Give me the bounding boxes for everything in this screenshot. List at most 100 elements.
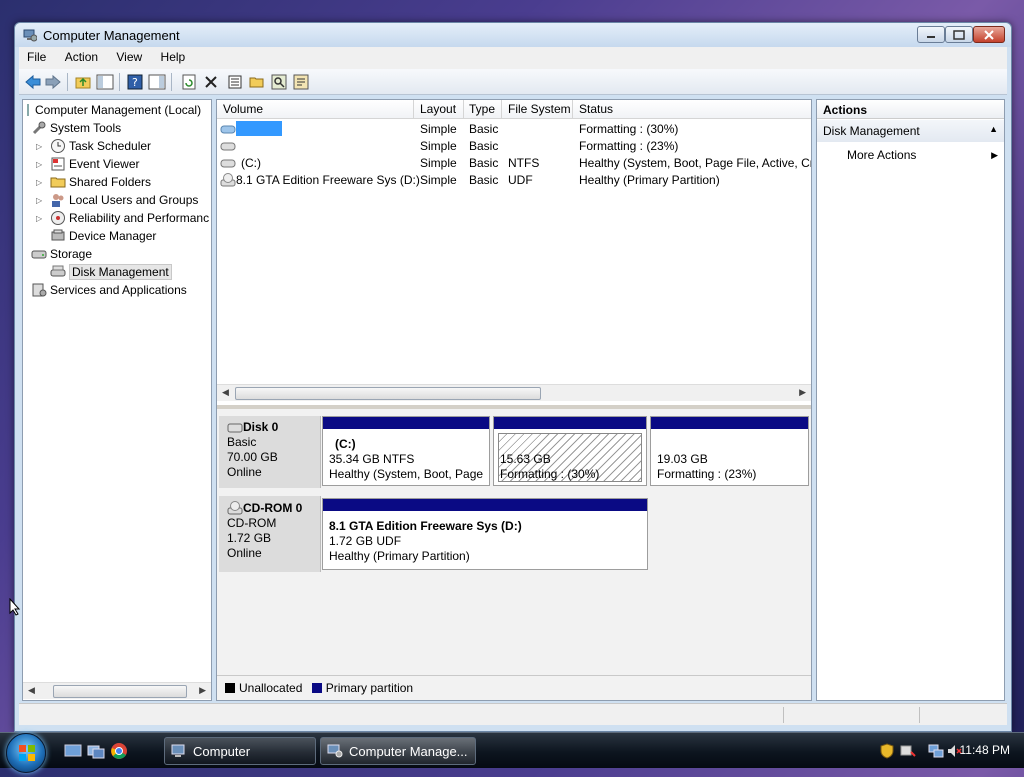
computer-management-icon bbox=[23, 29, 37, 42]
table-row[interactable]: Simple Basic Formatting : (23%) bbox=[217, 137, 811, 154]
primary-partition-bar bbox=[323, 417, 489, 429]
help-button[interactable]: ? bbox=[125, 72, 145, 92]
scroll-thumb[interactable] bbox=[53, 685, 187, 698]
legend-primary: Primary partition bbox=[325, 681, 414, 695]
taskbar-button-computer-management[interactable]: Computer Manage... bbox=[320, 737, 476, 765]
taskbar-button-computer[interactable]: Computer bbox=[164, 737, 316, 765]
properties-button[interactable] bbox=[225, 72, 245, 92]
partition-cdrom-d[interactable]: 8.1 GTA Edition Freeware Sys (D:) 1.72 G… bbox=[322, 498, 648, 570]
forward-button[interactable] bbox=[43, 72, 63, 92]
partition-formatting-23[interactable]: 19.03 GB Formatting : (23%) bbox=[650, 416, 809, 486]
expand-arrow-icon[interactable]: ▷ bbox=[36, 178, 46, 187]
minimize-button[interactable] bbox=[917, 26, 945, 43]
tree-root[interactable]: Computer Management (Local) bbox=[26, 101, 201, 119]
cell-layout: Simple bbox=[420, 139, 457, 153]
scroll-thumb[interactable] bbox=[235, 387, 541, 400]
tree-item-storage[interactable]: Storage bbox=[31, 245, 92, 263]
expand-arrow-icon[interactable]: ▷ bbox=[36, 214, 46, 223]
partition-status: Healthy (System, Boot, Page I bbox=[329, 467, 487, 481]
disk-graphical-view: Disk 0 Basic 70.00 GB Online (C:) 35.34 … bbox=[217, 410, 811, 672]
scroll-left-icon[interactable]: ◀ bbox=[28, 685, 35, 696]
show-hide-tree-button[interactable] bbox=[95, 72, 115, 92]
collapse-up-icon[interactable]: ▲ bbox=[989, 124, 998, 134]
clock-icon bbox=[51, 139, 65, 153]
console-tree: Computer Management (Local) System Tools… bbox=[22, 99, 212, 701]
network-icon[interactable] bbox=[928, 743, 944, 759]
close-button[interactable] bbox=[973, 26, 1005, 43]
partition-formatting-30[interactable]: 15.63 GB Formatting : (30%) bbox=[493, 416, 647, 486]
expand-arrow-icon[interactable]: ▷ bbox=[36, 196, 46, 205]
scroll-right-icon[interactable]: ▶ bbox=[199, 685, 206, 696]
taskbar-clock[interactable]: 11:48 PM bbox=[960, 743, 1010, 757]
title-bar[interactable]: Computer Management bbox=[15, 23, 1011, 47]
tree-item-device-manager[interactable]: Device Manager bbox=[50, 227, 156, 245]
up-level-button[interactable] bbox=[73, 72, 93, 92]
expand-arrow-icon[interactable]: ▷ bbox=[36, 142, 46, 151]
start-button[interactable] bbox=[6, 733, 46, 773]
tree-item-reliability[interactable]: ▷ Reliability and Performanc bbox=[36, 209, 209, 227]
actions-header: Actions bbox=[817, 100, 1004, 119]
tree-horizontal-scrollbar[interactable]: ◀ ▶ bbox=[23, 682, 211, 699]
tree-item-event-viewer[interactable]: ▷ Event Viewer bbox=[36, 155, 139, 173]
menu-action[interactable]: Action bbox=[57, 47, 105, 64]
tree-item-local-users[interactable]: ▷ Local Users and Groups bbox=[36, 191, 198, 209]
more-actions-item[interactable]: More Actions bbox=[847, 148, 916, 162]
mouse-cursor-icon bbox=[9, 598, 21, 616]
menu-file[interactable]: File bbox=[19, 47, 53, 64]
volume-icon bbox=[220, 125, 236, 134]
menu-help[interactable]: Help bbox=[153, 47, 193, 64]
column-layout[interactable]: Layout bbox=[420, 102, 456, 116]
computer-management-icon bbox=[327, 744, 343, 758]
cdrom-0-label[interactable]: CD-ROM 0 CD-ROM 1.72 GB Online bbox=[219, 496, 321, 572]
restore-icon bbox=[953, 29, 965, 40]
event-viewer-icon bbox=[51, 157, 65, 171]
action-center-icon[interactable] bbox=[900, 743, 916, 759]
volume-list: Volume Layout Type File System Status Si… bbox=[217, 100, 811, 405]
expand-arrow-icon[interactable]: ▷ bbox=[36, 160, 46, 169]
submenu-arrow-icon[interactable]: ▶ bbox=[991, 150, 998, 161]
column-volume[interactable]: Volume bbox=[223, 102, 263, 116]
switch-windows-icon[interactable] bbox=[87, 742, 105, 760]
tree-item-task-scheduler[interactable]: ▷ Task Scheduler bbox=[36, 137, 151, 155]
users-icon bbox=[52, 194, 64, 207]
table-row[interactable]: (C:) Simple Basic NTFS Healthy (System, … bbox=[217, 154, 811, 171]
pane-splitter[interactable] bbox=[217, 405, 811, 409]
delete-button[interactable] bbox=[201, 72, 221, 92]
minimize-icon bbox=[927, 35, 935, 38]
column-status[interactable]: Status bbox=[579, 102, 613, 116]
table-row[interactable]: 8.1 GTA Edition Freeware Sys (D:) Simple… bbox=[217, 171, 811, 188]
search-button[interactable] bbox=[269, 72, 289, 92]
column-type[interactable]: Type bbox=[469, 102, 495, 116]
refresh-button[interactable] bbox=[179, 72, 199, 92]
cell-volume: 8.1 GTA Edition Freeware Sys (D:) bbox=[236, 173, 420, 187]
tree-item-shared-folders[interactable]: ▷ Shared Folders bbox=[36, 173, 151, 191]
chrome-browser-icon[interactable] bbox=[110, 742, 128, 760]
show-desktop-icon[interactable] bbox=[64, 742, 82, 760]
close-icon bbox=[984, 29, 994, 40]
settings-button[interactable] bbox=[291, 72, 311, 92]
tree-item-system-tools[interactable]: System Tools bbox=[31, 119, 121, 137]
menu-view[interactable]: View bbox=[108, 47, 149, 64]
column-file-system[interactable]: File System bbox=[508, 102, 571, 116]
back-button[interactable] bbox=[23, 72, 43, 92]
show-hide-action-pane-button[interactable] bbox=[147, 72, 167, 92]
primary-partition-swatch bbox=[311, 683, 322, 693]
svg-text:?: ? bbox=[132, 76, 138, 89]
disk-management-pane: Volume Layout Type File System Status Si… bbox=[216, 99, 812, 701]
primary-partition-bar bbox=[651, 417, 808, 429]
volume-icon bbox=[220, 142, 236, 151]
cell-fs: UDF bbox=[508, 173, 533, 187]
actions-section-disk-management[interactable]: Disk Management ▲ bbox=[817, 120, 1004, 142]
table-row[interactable]: Simple Basic Formatting : (30%) bbox=[217, 120, 811, 137]
volume-list-horizontal-scrollbar[interactable]: ◀ ▶ bbox=[217, 384, 811, 401]
maximize-button[interactable] bbox=[945, 26, 973, 43]
security-shield-icon[interactable] bbox=[880, 743, 894, 759]
partition-c[interactable]: (C:) 35.34 GB NTFS Healthy (System, Boot… bbox=[322, 416, 490, 486]
open-folder-button[interactable] bbox=[247, 72, 267, 92]
scroll-left-icon[interactable]: ◀ bbox=[222, 387, 229, 398]
scroll-right-icon[interactable]: ▶ bbox=[799, 387, 806, 398]
tree-item-disk-management[interactable]: Disk Management bbox=[50, 263, 172, 281]
tree-item-services-and-applications[interactable]: Services and Applications bbox=[31, 281, 187, 299]
disk-0-label[interactable]: Disk 0 Basic 70.00 GB Online bbox=[219, 416, 321, 488]
volume-name-highlight bbox=[236, 121, 282, 136]
